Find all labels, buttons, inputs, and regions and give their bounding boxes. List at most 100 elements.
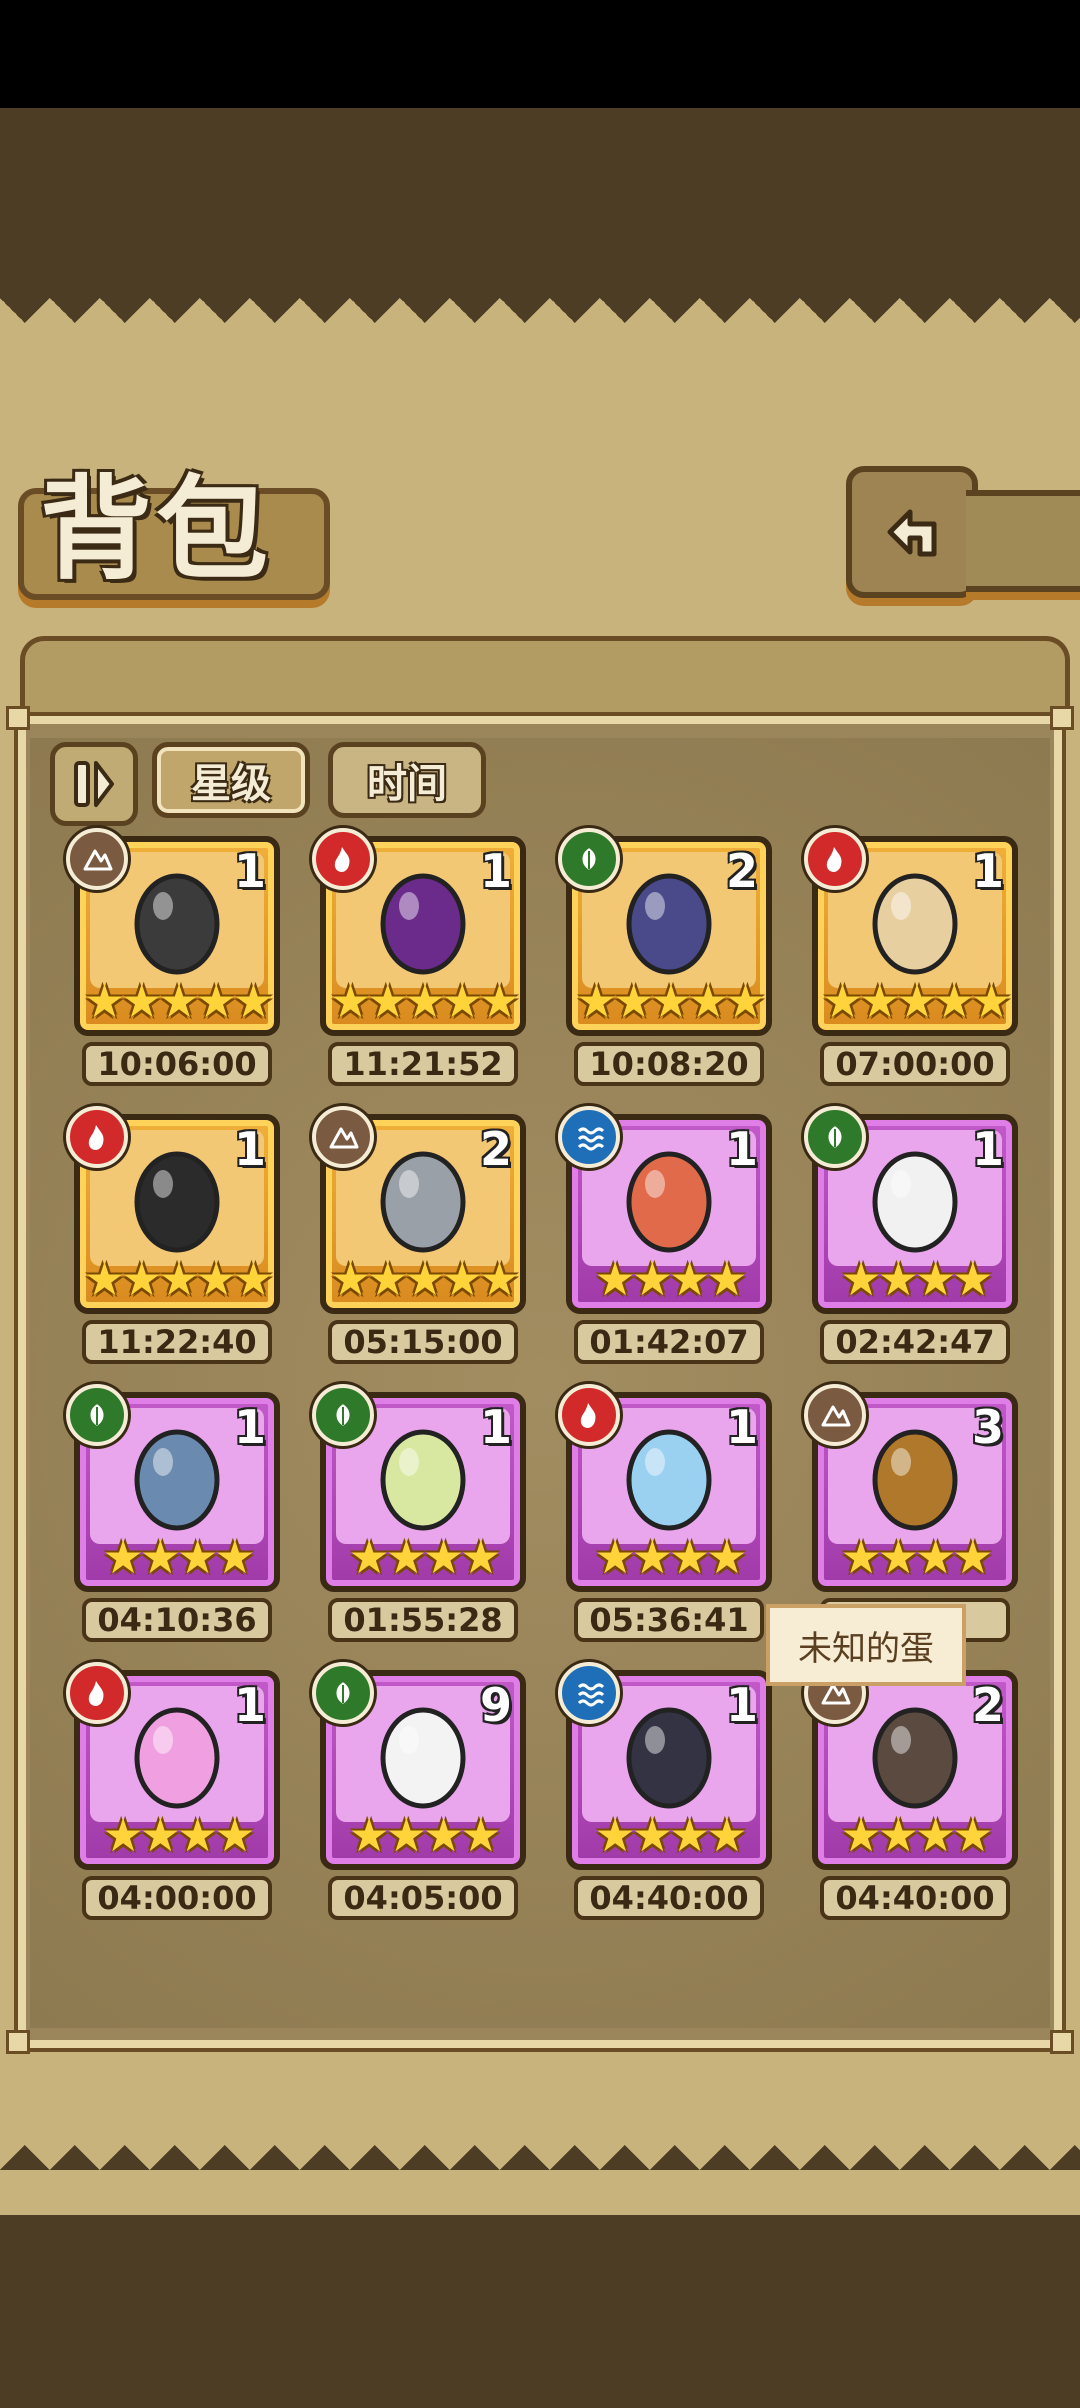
- item-count: 1: [971, 1122, 1004, 1176]
- status-bar: [0, 0, 1080, 108]
- egg-card-blade-egg[interactable]: 1 ★★★★: [66, 1384, 280, 1592]
- egg-card-flag-egg[interactable]: 1 ★★★★: [558, 1384, 772, 1592]
- leaf-icon: [312, 1384, 374, 1446]
- star-rating: ★★★★: [348, 1808, 502, 1862]
- water-icon: [558, 1106, 620, 1168]
- bottom-map-band: [0, 2215, 1080, 2408]
- egg-card-tiger-egg[interactable]: 1 ★★★★★: [804, 828, 1018, 1036]
- earth-icon: [804, 1384, 866, 1446]
- top-map-band: [0, 108, 1080, 298]
- item-count: 2: [479, 1122, 512, 1176]
- hatch-timer: 05:15:00: [328, 1320, 518, 1364]
- item-count: 1: [233, 1122, 266, 1176]
- sort-by-star-tab[interactable]: 星级: [152, 742, 310, 818]
- board-tab-header: [20, 636, 1070, 721]
- egg-icon: [626, 1151, 712, 1253]
- panel-torn-edge-top: [0, 298, 1080, 348]
- star-rating: ★★★★★: [329, 1252, 520, 1306]
- egg-card-orb-egg[interactable]: 1 ★★★★★: [312, 828, 526, 1036]
- egg-card-mouse-egg[interactable]: 2 ★★★★: [804, 1662, 1018, 1870]
- item-count: 3: [971, 1400, 1004, 1454]
- egg-card-pirate-hat-egg[interactable]: 1 ★★★★★: [66, 1106, 280, 1314]
- egg-card-seed-egg[interactable]: 1 ★★★★: [312, 1384, 526, 1592]
- egg-icon: [872, 1429, 958, 1531]
- egg-card-beast-egg[interactable]: 3 ★★★★: [804, 1384, 1018, 1592]
- egg-card-turret-egg[interactable]: 9 ★★★★: [312, 1662, 526, 1870]
- hatch-timer: 01:55:28: [328, 1598, 518, 1642]
- egg-card-slime-egg[interactable]: 1 ★★★★: [66, 1662, 280, 1870]
- star-rating: ★★★★: [102, 1808, 256, 1862]
- egg-icon: [380, 1429, 466, 1531]
- water-icon: [558, 1662, 620, 1724]
- earth-icon: [312, 1106, 374, 1168]
- item-count: 1: [725, 1678, 758, 1732]
- egg-card-wing-egg[interactable]: 1 ★★★★: [804, 1106, 1018, 1314]
- sort-by-time-tab[interactable]: 时间: [328, 742, 486, 818]
- egg-card-coffin-egg[interactable]: 1 ★★★★★: [66, 828, 280, 1036]
- star-rating: ★★★★★: [83, 974, 274, 1028]
- star-rating: ★★★★: [594, 1252, 748, 1306]
- egg-icon: [872, 873, 958, 975]
- hatch-timer: 04:10:36: [82, 1598, 272, 1642]
- board-corner: [1050, 706, 1074, 730]
- hatch-timer: 04:40:00: [574, 1876, 764, 1920]
- star-rating: ★★★★★: [329, 974, 520, 1028]
- item-count: 2: [971, 1678, 1004, 1732]
- egg-icon: [134, 1151, 220, 1253]
- egg-icon: [626, 1429, 712, 1531]
- egg-icon: [134, 1429, 220, 1531]
- item-count: 1: [479, 844, 512, 898]
- hatch-timer: 02:42:47: [820, 1320, 1010, 1364]
- item-count: 1: [233, 1678, 266, 1732]
- back-button[interactable]: [846, 466, 978, 598]
- egg-icon: [872, 1707, 958, 1809]
- egg-card-feather-egg[interactable]: 1 ★★★★: [558, 1106, 772, 1314]
- leaf-icon: [66, 1384, 128, 1446]
- hatch-timer: 11:22:40: [82, 1320, 272, 1364]
- leaf-icon: [558, 828, 620, 890]
- leaf-icon: [804, 1106, 866, 1168]
- header-rail: [966, 490, 1080, 592]
- star-rating: ★★★★: [840, 1252, 994, 1306]
- pause-button[interactable]: [50, 742, 138, 826]
- egg-icon: [626, 1707, 712, 1809]
- item-count: 2: [725, 844, 758, 898]
- fire-icon: [66, 1106, 128, 1168]
- star-rating: ★★★★: [102, 1530, 256, 1584]
- star-rating: ★★★★★: [83, 1252, 274, 1306]
- item-count: 1: [233, 844, 266, 898]
- item-count: 1: [233, 1400, 266, 1454]
- star-rating: ★★★★: [594, 1808, 748, 1862]
- fire-icon: [66, 1662, 128, 1724]
- star-rating: ★★★★★: [821, 974, 1012, 1028]
- egg-card-battleship-egg[interactable]: 2 ★★★★★: [312, 1106, 526, 1314]
- hatch-timer: 07:00:00: [820, 1042, 1010, 1086]
- egg-icon: [134, 873, 220, 975]
- item-count: 9: [479, 1678, 512, 1732]
- panel-torn-edge-bottom: [0, 2120, 1080, 2170]
- board-corner: [6, 2030, 30, 2054]
- egg-icon: [380, 1151, 466, 1253]
- egg-icon: [380, 1707, 466, 1809]
- egg-icon: [872, 1151, 958, 1253]
- star-rating: ★★★★★: [575, 974, 766, 1028]
- item-count: 1: [725, 1400, 758, 1454]
- hatch-timer: 10:08:20: [574, 1042, 764, 1086]
- egg-icon: [134, 1707, 220, 1809]
- earth-icon: [66, 828, 128, 890]
- hatch-timer: 01:42:07: [574, 1320, 764, 1364]
- leaf-icon: [312, 1662, 374, 1724]
- board-corner: [6, 706, 30, 730]
- star-rating: ★★★★: [840, 1530, 994, 1584]
- egg-card-rabbit-egg[interactable]: 1 ★★★★: [558, 1662, 772, 1870]
- star-rating: ★★★★: [594, 1530, 748, 1584]
- fire-icon: [804, 828, 866, 890]
- star-rating: ★★★★: [348, 1530, 502, 1584]
- egg-card-crystal-egg[interactable]: 2 ★★★★★: [558, 828, 772, 1036]
- back-arrow-icon: [887, 509, 937, 557]
- hatch-timer: 10:06:00: [82, 1042, 272, 1086]
- board-corner: [1050, 2030, 1074, 2054]
- hatch-timer: 04:05:00: [328, 1876, 518, 1920]
- egg-icon: [380, 873, 466, 975]
- item-count: 1: [479, 1400, 512, 1454]
